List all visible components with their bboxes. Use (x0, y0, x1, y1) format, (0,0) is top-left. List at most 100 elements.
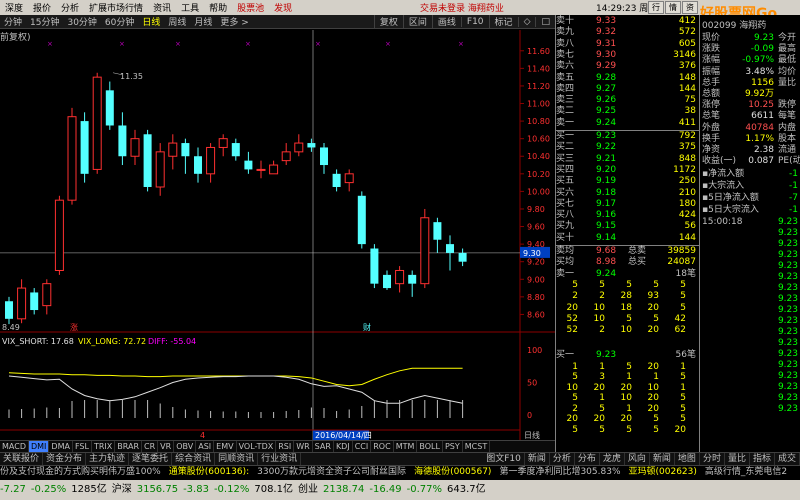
bottom-tab-5[interactable]: 同顺资讯 (215, 453, 259, 465)
news-item-3[interactable]: 海德股份(000567) (414, 467, 491, 477)
bottom-tab-0[interactable]: 关联报价 (0, 453, 44, 465)
indicator-button-1[interactable]: DMI (28, 441, 50, 452)
ob-price: 9.14 (596, 232, 617, 243)
bottom-tab-2[interactable]: 主力轨迹 (86, 453, 130, 465)
right-tab-1[interactable]: 新闻 (525, 453, 550, 465)
news-ticker[interactable]: 份及支付现金的方式购买明伟万盛100% 通策股份(600136): 3300万款元增… (0, 465, 800, 479)
window-button-0[interactable]: 行 (648, 1, 664, 14)
bottom-tab-3[interactable]: 逐笔委托 (129, 453, 173, 465)
right-tab-10[interactable]: 指标 (750, 453, 775, 465)
indicator-button-18[interactable]: MTM (394, 441, 418, 452)
menu-item-1[interactable]: 报价 (28, 1, 56, 14)
period-tab-6[interactable]: 月线 (190, 15, 216, 28)
info-row-0: 现价 9.23 今开 (700, 33, 800, 44)
indicator-button-9[interactable]: ASI (196, 441, 215, 452)
right-tab-9[interactable]: 量比 (725, 453, 750, 465)
indicator-button-20[interactable]: PSY (443, 441, 463, 452)
right-tab-8[interactable]: 分时 (700, 453, 725, 465)
indicator-button-11[interactable]: VOL-TDX (237, 441, 277, 452)
news-item-5[interactable]: 亚玛顿(002623) (629, 467, 697, 477)
window-button-2[interactable]: 资 (682, 1, 698, 14)
tick-value: 5 (680, 403, 686, 414)
right-tab-5[interactable]: 风向 (625, 453, 650, 465)
bottom-tab-4[interactable]: 综合资讯 (172, 453, 216, 465)
tick-value: 20 (593, 382, 605, 393)
ob-label: 买一 (556, 350, 575, 361)
info-key: 外盘 (702, 122, 721, 133)
right-tab-4[interactable]: 龙虎 (600, 453, 625, 465)
menu-red-item-0[interactable]: 股票池 (232, 1, 269, 14)
trade-price: 9.23 (777, 327, 798, 338)
bottom-tab-6[interactable]: 行业资讯 (258, 453, 302, 465)
trade-price: 9.23 (777, 239, 798, 250)
period-tool-2[interactable]: 画线 (431, 15, 461, 28)
tick-value: 20 (566, 414, 578, 425)
indicator-button-21[interactable]: MCST (463, 441, 491, 452)
right-tab-11[interactable]: 成交 (775, 453, 800, 465)
period-tool-6[interactable]: □ (535, 16, 555, 27)
right-tab-0[interactable]: 图文F10 (483, 453, 525, 465)
index-value-0: -7.27 (0, 484, 26, 495)
indicator-button-13[interactable]: WR (294, 441, 313, 452)
right-tab-2[interactable]: 分析 (550, 453, 575, 465)
period-tool-3[interactable]: F10 (460, 16, 489, 27)
period-tab-2[interactable]: 30分钟 (63, 15, 100, 28)
ask-row-0: 卖十 9.33 412 (556, 16, 699, 27)
menu-red-item-1[interactable]: 发现 (269, 1, 297, 14)
period-tab-7[interactable]: 更多 > (216, 15, 252, 28)
flow-row-0: ▪净流入额 -1 (700, 169, 800, 180)
indicator-button-10[interactable]: EMV (214, 441, 237, 452)
indicator-button-12[interactable]: RSI (276, 441, 295, 452)
indicator-button-6[interactable]: CR (142, 441, 159, 452)
indicator-button-17[interactable]: ROC (371, 441, 394, 452)
news-item-6[interactable]: 高级行情_东莞电信2 (705, 467, 787, 477)
indicator-button-2[interactable]: DMA (49, 441, 73, 452)
indicator-toolbar: MACD DMI DMA FSL TRIX BRAR CR VR OBV ASI EMV VOL-TD… (0, 440, 555, 452)
period-tool-4[interactable]: 标记 (488, 15, 518, 28)
indicator-button-5[interactable]: BRAR (115, 441, 143, 452)
news-item-2[interactable]: 3300万款元增资全资子公司耐丝国际 (257, 467, 406, 477)
indicator-button-8[interactable]: OBV (174, 441, 197, 452)
menu-item-0[interactable]: 深度 (0, 1, 28, 14)
trade-notice[interactable]: 交易未登录 海翔药业 (420, 1, 504, 14)
indicator-button-14[interactable]: SAR (313, 441, 334, 452)
ob-volume: 56 (684, 221, 696, 232)
indicator-button-15[interactable]: KDJ (334, 441, 353, 452)
axis-label-price: 10.40 (527, 152, 550, 161)
indicator-button-0[interactable]: MACD (0, 441, 29, 452)
indicator-button-16[interactable]: CCI (353, 441, 372, 452)
period-tool-5[interactable]: ◇ (517, 16, 536, 27)
menu-item-5[interactable]: 工具 (176, 1, 204, 14)
kline-chart[interactable]: 11.60 11.40 11.20 11.00 10.80 10.60 10.40 10.20… (0, 30, 555, 440)
tick-row: 52 10 5 5 42 (556, 314, 699, 325)
period-tab-3[interactable]: 60分钟 (101, 15, 138, 28)
axis-label-price: 10.20 (527, 170, 550, 179)
right-tab-7[interactable]: 地图 (675, 453, 700, 465)
menu-item-3[interactable]: 扩展市场行情 (84, 1, 148, 14)
period-tab-4[interactable]: 日线 (138, 15, 164, 28)
indicator-button-7[interactable]: VR (158, 441, 175, 452)
news-item-1[interactable]: 通策股份(600136): (169, 467, 249, 477)
bottom-tab-1[interactable]: 资金分布 (43, 453, 87, 465)
period-tool-1[interactable]: 区间 (402, 15, 432, 28)
indicator-button-19[interactable]: BOLL (417, 441, 443, 452)
news-item-4[interactable]: 第一季度净利同比增305.83% (499, 467, 620, 477)
window-button-1[interactable]: 情 (665, 1, 681, 14)
indicator-button-4[interactable]: TRIX (92, 441, 116, 452)
menu-item-4[interactable]: 资讯 (148, 1, 176, 14)
right-tab-6[interactable]: 新闻 (650, 453, 675, 465)
trade-price: 9.23 (777, 228, 798, 239)
candle-down (181, 143, 190, 157)
tick-value: 5 (626, 313, 632, 324)
right-tab-3[interactable]: 分布 (575, 453, 600, 465)
news-item-0[interactable]: 份及支付现金的方式购买明伟万盛100% (0, 467, 161, 477)
period-tab-0[interactable]: 分钟 (0, 15, 26, 28)
index-value-4: 3156.75 (136, 484, 179, 495)
trade-price: 9.23 (777, 316, 798, 327)
menu-item-2[interactable]: 分析 (56, 1, 84, 14)
menu-item-6[interactable]: 帮助 (204, 1, 232, 14)
period-tab-1[interactable]: 15分钟 (26, 15, 63, 28)
period-tab-5[interactable]: 周线 (164, 15, 190, 28)
period-tool-0[interactable]: 复权 (373, 15, 403, 28)
indicator-button-3[interactable]: FSL (73, 441, 92, 452)
